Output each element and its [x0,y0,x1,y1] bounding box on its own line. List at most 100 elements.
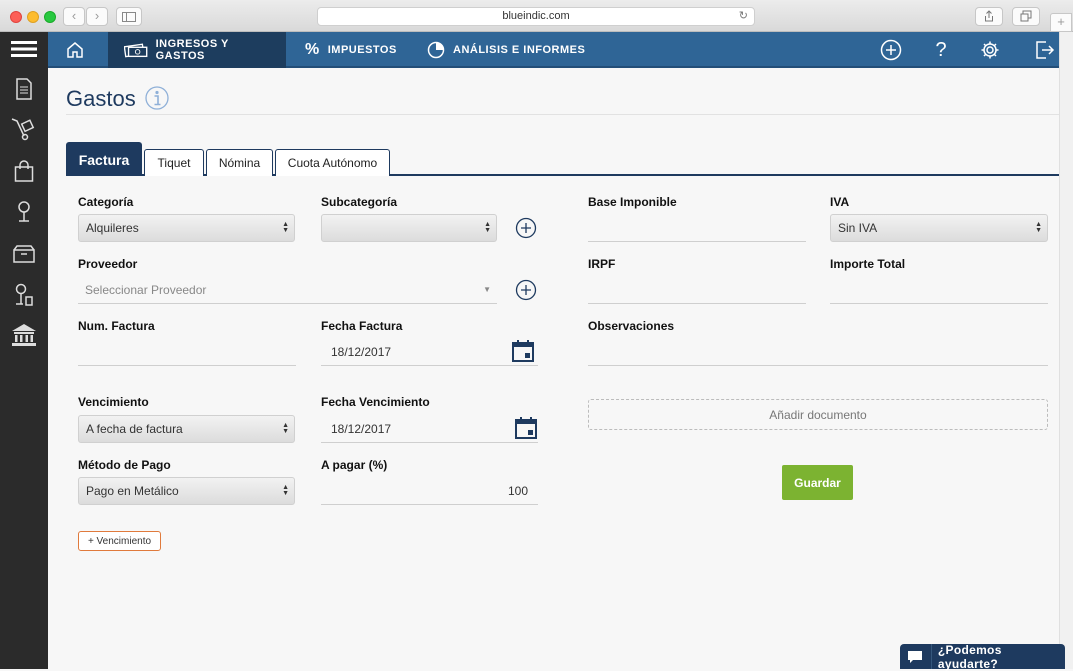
help-button[interactable]: ? [921,32,961,68]
base-imponible-input[interactable] [588,214,806,242]
save-button[interactable]: Guardar [782,465,853,500]
fecha-vencimiento-input[interactable]: 18/12/2017 [321,415,538,443]
tabs-overview-icon [1020,10,1032,22]
chat-bubble-icon [900,644,932,669]
select-arrows-icon: ▲ ▼ [484,221,491,234]
a-pagar-value: 100 [507,483,528,498]
address-bar[interactable]: blueindic.com ↻ [317,7,755,26]
sidebar-toggle-icon [122,12,136,22]
new-tab-button[interactable]: + [1050,13,1072,32]
sidebar-item-menu[interactable] [0,32,48,66]
importe-total-input[interactable] [830,276,1048,304]
forward-button[interactable]: › [86,7,108,26]
iva-label: IVA [830,195,850,209]
home-icon [67,42,83,58]
menu-icon [11,41,37,57]
help-chat-button[interactable]: ¿Podemos ayudarte? [900,642,1065,671]
fecha-vencimiento-label: Fecha Vencimiento [321,395,430,409]
observaciones-label: Observaciones [588,319,675,333]
browser-toolbar: ‹ › blueindic.com ↻ + [0,0,1073,32]
help-chat-label: ¿Podemos ayudarte? [937,642,1002,671]
money-icon [124,43,148,58]
irpf-label: IRPF [588,257,616,271]
iva-select[interactable]: Sin IVA ▲ ▼ [830,214,1048,242]
app-sidebar [0,32,48,669]
observaciones-input[interactable] [588,338,1048,366]
add-proveedor-icon[interactable] [515,279,537,301]
importe-total-label: Importe Total [830,257,906,271]
num-factura-input[interactable] [78,338,296,366]
vencimiento-select[interactable]: A fecha de factura ▲ ▼ [78,415,295,443]
close-window-button[interactable] [10,11,22,23]
proveedor-select[interactable]: Seleccionar Proveedor ▼ [78,276,497,304]
sidebar-item-banks[interactable] [0,318,48,352]
bank-icon [12,324,36,346]
percent-icon: % [305,41,320,58]
irpf-input[interactable] [588,276,806,304]
tab-impuestos[interactable]: % IMPUESTOS [289,32,413,68]
calendar-icon[interactable] [512,340,534,362]
back-button[interactable]: ‹ [63,7,85,26]
metodo-pago-select[interactable]: Pago en Metálico ▲ ▼ [78,477,295,505]
scrollbar[interactable] [1059,32,1073,669]
tab-impuestos-label: IMPUESTOS [327,44,397,56]
fecha-factura-value: 18/12/2017 [331,344,392,359]
fecha-factura-label: Fecha Factura [321,319,403,333]
minimize-window-button[interactable] [27,11,39,23]
fecha-factura-input[interactable]: 18/12/2017 [321,338,538,366]
a-pagar-input[interactable]: 100 [321,477,538,505]
maximize-window-button[interactable] [44,11,56,23]
metodo-pago-value: Pago en Metálico [86,484,179,498]
num-factura-label: Num. Factura [78,319,155,333]
categoria-select[interactable]: Alquileres ▲ ▼ [78,214,295,242]
tab-analisis-informes[interactable]: ANÁLISIS E INFORMES [411,32,601,68]
page-title: Gastos [66,86,136,111]
metodo-pago-label: Método de Pago [78,458,171,472]
sidebar-item-employees[interactable] [0,278,48,312]
sidebar-item-inventory[interactable] [0,237,48,271]
sidebar-item-shopping[interactable] [0,154,48,188]
iva-value: Sin IVA [838,221,878,235]
hand-truck-icon [11,118,35,141]
caret-down-icon: ▼ [483,285,491,294]
sidebar-item-logistics[interactable] [0,112,48,146]
box-icon [13,245,35,263]
forward-icon: › [94,8,100,23]
main-content: Gastos Factura Tiquet Nómina Cuota Autón… [48,68,1060,669]
proveedor-placeholder: Seleccionar Proveedor [85,282,207,297]
select-arrows-icon: ▲ ▼ [282,484,289,497]
tab-tiquet[interactable]: Tiquet [144,149,204,176]
pie-chart-icon [427,41,445,59]
sidebar-item-contacts[interactable] [0,195,48,229]
shopping-bag-icon [14,160,34,182]
subcategoria-select[interactable]: ▲ ▼ [321,214,497,242]
subcategoria-label: Subcategoría [321,195,398,209]
tab-factura[interactable]: Factura [66,142,142,176]
reload-icon[interactable]: ↻ [739,8,748,25]
categoria-value: Alquileres [86,221,139,235]
person-key-icon [15,283,33,306]
vencimiento-value: A fecha de factura [86,422,183,436]
top-navigation: INGRESOS Y GASTOS % IMPUESTOS ANÁLISIS E… [48,32,1059,68]
info-icon[interactable] [145,86,169,110]
add-button[interactable] [871,32,911,68]
sidebar-toggle-button[interactable] [116,7,142,26]
calendar-icon[interactable] [515,417,537,439]
logout-icon [1036,41,1055,59]
vencimiento-label: Vencimiento [78,395,149,409]
share-button[interactable] [975,7,1003,26]
add-document-dropzone[interactable]: Añadir documento [588,399,1048,430]
categoria-label: Categoría [78,195,134,209]
tab-nomina[interactable]: Nómina [206,149,273,176]
home-button[interactable] [48,32,102,68]
add-vencimiento-button[interactable]: + Vencimiento [78,531,161,551]
tab-ingresos-gastos[interactable]: INGRESOS Y GASTOS [108,32,286,68]
sidebar-item-documents[interactable] [0,72,48,106]
add-circle-icon [880,39,902,61]
proveedor-label: Proveedor [78,257,138,271]
tab-cuota-autonomo[interactable]: Cuota Autónomo [275,149,390,176]
tabs-overview-button[interactable] [1012,7,1040,26]
add-subcategoria-icon[interactable] [515,217,537,239]
settings-button[interactable] [970,32,1010,68]
person-icon [18,201,30,222]
